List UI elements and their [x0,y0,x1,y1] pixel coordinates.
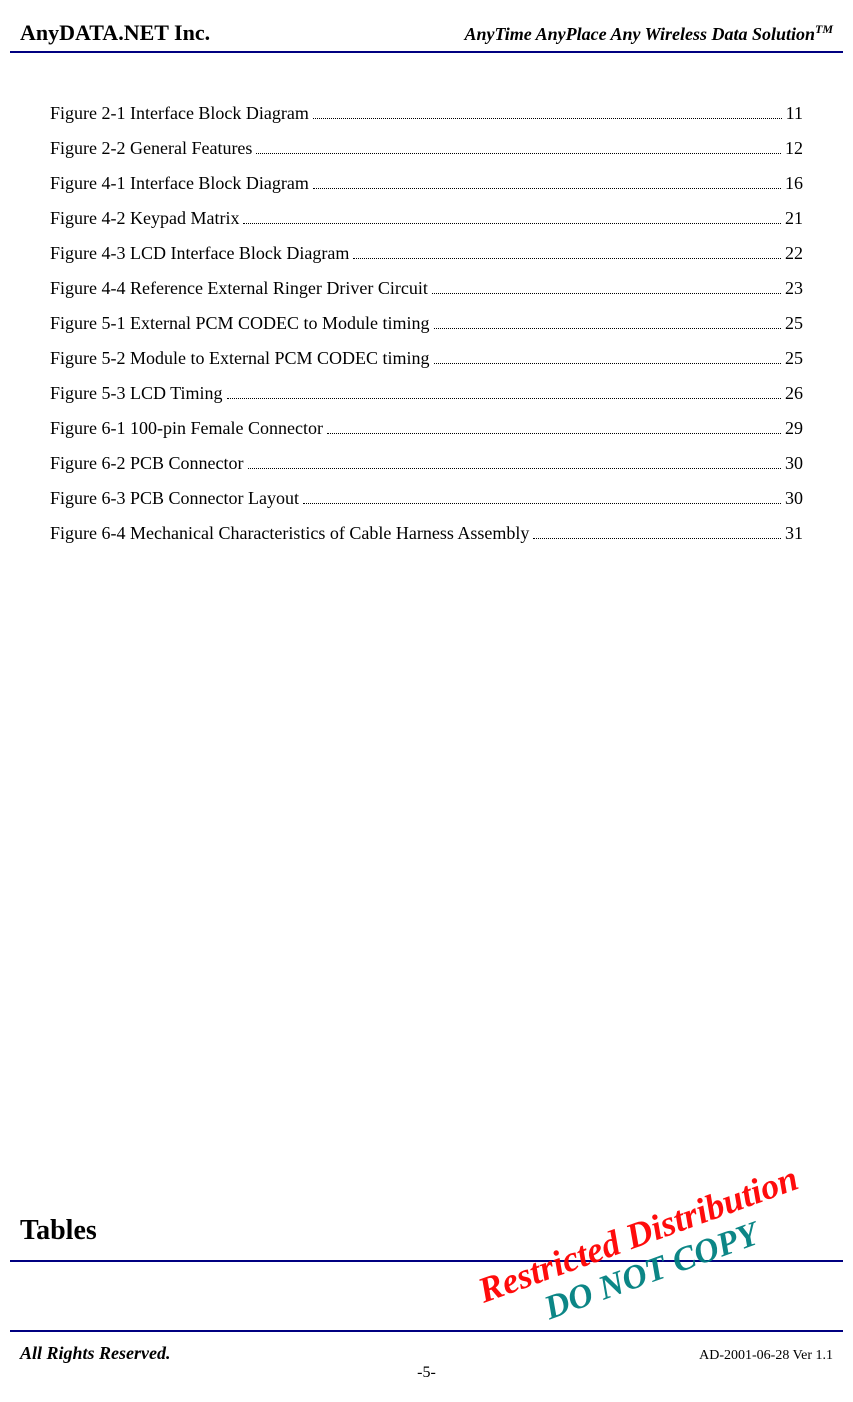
toc-entry: Figure 6-4 Mechanical Characteristics of… [50,523,803,544]
toc-label: Figure 5-2 Module to External PCM CODEC … [50,348,430,369]
page-header: AnyDATA.NET Inc. AnyTime AnyPlace Any Wi… [10,20,843,53]
footer-rights: All Rights Reserved. [20,1343,171,1364]
tagline-text: AnyTime AnyPlace Any Wireless Data Solut… [464,24,815,44]
document-page: AnyDATA.NET Inc. AnyTime AnyPlace Any Wi… [0,0,853,1402]
list-of-figures: Figure 2-1 Interface Block Diagram 11 Fi… [10,53,843,544]
toc-leader-dots [243,223,781,224]
section-heading-tables: Tables [20,1215,97,1247]
toc-leader-dots [313,118,782,119]
tagline-trademark: TM [815,22,833,36]
footer-divider [10,1330,843,1332]
watermark-line-2: DO NOT COPY [487,1196,817,1347]
toc-label: Figure 6-1 100-pin Female Connector [50,418,323,439]
toc-entry: Figure 4-3 LCD Interface Block Diagram 2… [50,243,803,264]
toc-label: Figure 4-4 Reference External Ringer Dri… [50,278,428,299]
toc-leader-dots [303,503,781,504]
page-footer: All Rights Reserved. AD-2001-06-28 Ver 1… [20,1343,833,1364]
toc-entry: Figure 6-3 PCB Connector Layout 30 [50,488,803,509]
toc-entry: Figure 6-2 PCB Connector 30 [50,453,803,474]
toc-page: 23 [785,278,803,299]
toc-label: Figure 2-2 General Features [50,138,252,159]
toc-page: 22 [785,243,803,264]
toc-label: Figure 5-3 LCD Timing [50,383,223,404]
toc-leader-dots [533,538,781,539]
footer-doc-id: AD-2001-06-28 Ver 1.1 [699,1348,833,1364]
toc-label: Figure 4-1 Interface Block Diagram [50,173,309,194]
toc-page: 25 [785,313,803,334]
toc-entry: Figure 2-2 General Features 12 [50,138,803,159]
toc-leader-dots [327,433,781,434]
toc-page: 21 [785,208,803,229]
toc-label: Figure 6-4 Mechanical Characteristics of… [50,523,529,544]
toc-leader-dots [434,328,782,329]
toc-leader-dots [256,153,781,154]
watermark: Restricted Distribution DO NOT COPY [472,1157,816,1347]
toc-leader-dots [227,398,781,399]
toc-label: Figure 6-3 PCB Connector Layout [50,488,299,509]
toc-leader-dots [353,258,781,259]
toc-entry: Figure 5-2 Module to External PCM CODEC … [50,348,803,369]
company-name: AnyDATA.NET Inc. [20,20,210,46]
toc-label: Figure 2-1 Interface Block Diagram [50,103,309,124]
page-number: -5- [0,1364,853,1382]
watermark-line-1: Restricted Distribution [472,1157,803,1312]
toc-entry: Figure 4-4 Reference External Ringer Dri… [50,278,803,299]
toc-leader-dots [313,188,781,189]
toc-leader-dots [434,363,782,364]
toc-leader-dots [432,293,781,294]
tagline: AnyTime AnyPlace Any Wireless Data Solut… [464,22,833,45]
toc-page: 30 [785,488,803,509]
toc-label: Figure 5-1 External PCM CODEC to Module … [50,313,430,334]
toc-entry: Figure 5-3 LCD Timing 26 [50,383,803,404]
toc-page: 31 [785,523,803,544]
toc-page: 11 [786,103,803,124]
toc-entry: Figure 4-1 Interface Block Diagram 16 [50,173,803,194]
toc-label: Figure 4-3 LCD Interface Block Diagram [50,243,349,264]
toc-leader-dots [248,468,782,469]
section-divider [10,1260,843,1262]
toc-page: 26 [785,383,803,404]
toc-page: 29 [785,418,803,439]
toc-page: 25 [785,348,803,369]
toc-entry: Figure 5-1 External PCM CODEC to Module … [50,313,803,334]
toc-page: 12 [785,138,803,159]
toc-page: 16 [785,173,803,194]
toc-entry: Figure 4-2 Keypad Matrix 21 [50,208,803,229]
toc-label: Figure 4-2 Keypad Matrix [50,208,239,229]
toc-entry: Figure 6-1 100-pin Female Connector 29 [50,418,803,439]
toc-label: Figure 6-2 PCB Connector [50,453,244,474]
toc-page: 30 [785,453,803,474]
toc-entry: Figure 2-1 Interface Block Diagram 11 [50,103,803,124]
